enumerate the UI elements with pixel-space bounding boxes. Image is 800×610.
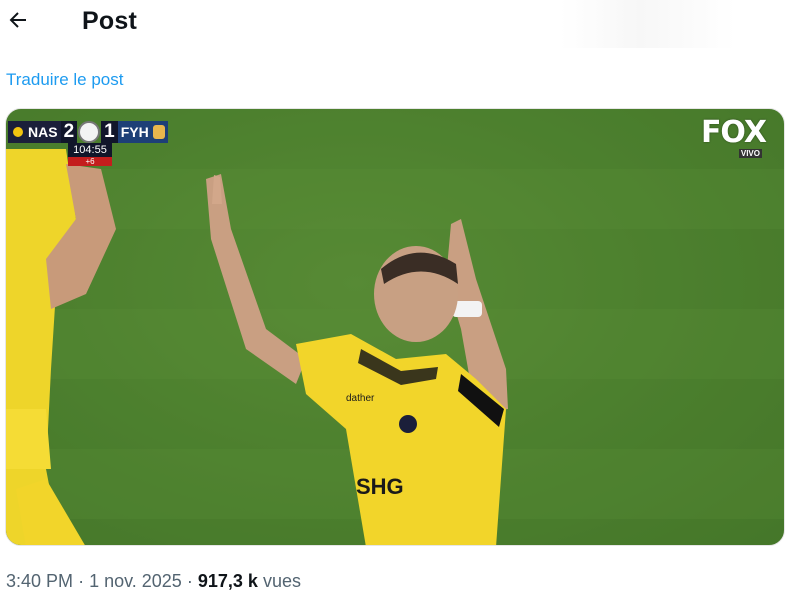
top-bar: Post — [0, 0, 800, 48]
post-time[interactable]: 3:40 PM — [6, 571, 73, 591]
meta-separator: · — [186, 571, 193, 591]
meta-separator: · — [78, 571, 85, 591]
views-label: vues — [262, 571, 301, 591]
post-date[interactable]: 1 nov. 2025 — [89, 571, 182, 591]
league-ball-icon — [78, 121, 101, 143]
home-score: 2 — [60, 121, 78, 143]
away-score: 1 — [101, 121, 118, 143]
back-button[interactable] — [6, 8, 34, 36]
views-count: 917,3 k — [197, 571, 258, 591]
broadcaster-sub-label: VIVO — [738, 149, 762, 158]
post-metadata: 3:40 PM · 1 nov. 2025 · 917,3 k vues — [6, 571, 301, 592]
post-video[interactable]: SHG dather NAS 2 1 FYH 104:55 +6 FOX VIV… — [5, 108, 785, 546]
home-team-box: NAS — [8, 121, 61, 143]
translate-post-link[interactable]: Traduire le post — [6, 70, 123, 90]
arrow-left-icon — [9, 12, 26, 28]
al-fayha-badge-icon — [152, 125, 165, 139]
video-frame: SHG dather — [6, 109, 784, 545]
added-time: +6 — [68, 157, 112, 166]
al-nassr-badge-icon — [11, 125, 25, 139]
shirt-brand-text: dather — [346, 393, 375, 404]
away-team-box: FYH — [117, 121, 168, 143]
shirt-sponsor-text: SHG — [356, 474, 404, 499]
scoreboard: NAS 2 1 FYH — [8, 121, 168, 143]
page-title: Post — [82, 7, 137, 35]
away-team-name: FYH — [120, 124, 149, 140]
home-team-name: NAS — [28, 124, 58, 140]
match-clock: 104:55 — [68, 143, 112, 157]
broadcaster-logo: FOX — [700, 115, 767, 150]
